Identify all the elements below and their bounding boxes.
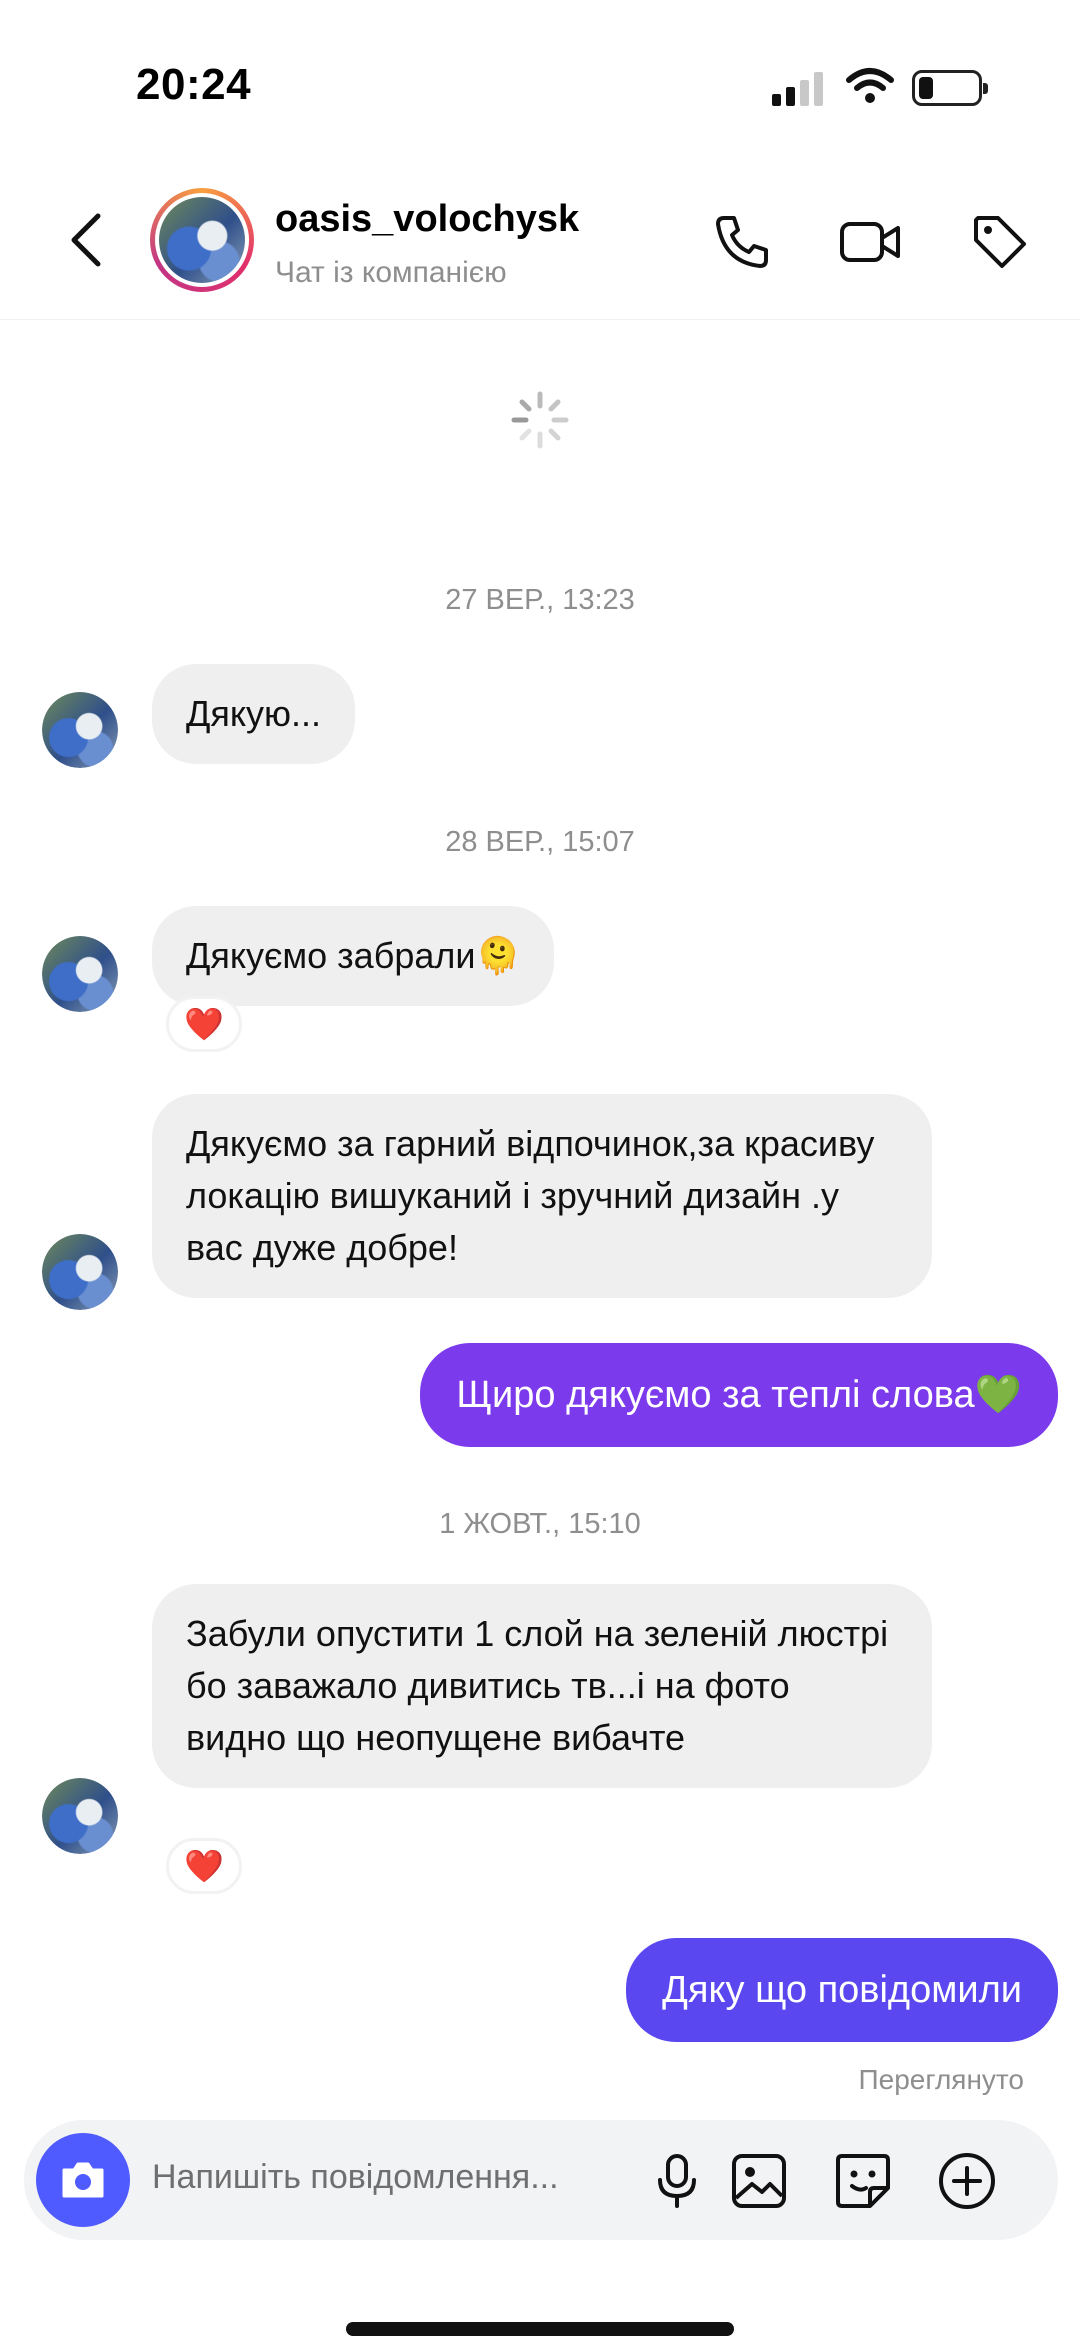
loading-spinner-icon — [511, 391, 569, 449]
heart-reaction[interactable]: ❤️ — [166, 1838, 242, 1894]
plus-icon[interactable] — [936, 2150, 998, 2212]
outgoing-message[interactable]: Щиро дякуємо за теплі слова💚 — [420, 1343, 1058, 1447]
timestamp: 1 ЖОВТ., 15:10 — [439, 1508, 641, 1540]
seen-status: Переглянуто — [858, 2064, 1024, 2095]
avatar[interactable] — [150, 188, 254, 292]
phone-icon[interactable] — [710, 210, 774, 274]
chat-name[interactable]: oasis_volochysk — [275, 198, 579, 241]
sticker-icon[interactable] — [832, 2150, 894, 2212]
home-indicator — [346, 2322, 734, 2336]
incoming-message[interactable]: Дякуємо за гарний відпочинок,за красиву … — [152, 1094, 932, 1298]
gallery-icon[interactable] — [728, 2150, 790, 2212]
wifi-icon — [846, 68, 894, 103]
microphone-icon[interactable] — [646, 2150, 708, 2212]
chat-subtitle: Чат із компанією — [275, 256, 507, 289]
video-icon[interactable] — [838, 210, 902, 274]
message-input[interactable] — [152, 2158, 632, 2197]
chat-header: oasis_volochysk Чат із компанією — [0, 160, 1080, 320]
status-bar: 20:24 — [0, 0, 1080, 150]
incoming-message[interactable]: Дякуємо забрали🫠 — [152, 906, 555, 1006]
avatar[interactable] — [42, 1778, 118, 1854]
avatar[interactable] — [42, 692, 118, 768]
outgoing-message[interactable]: Дяку що повідомили — [626, 1938, 1058, 2042]
camera-icon — [62, 2162, 104, 2198]
incoming-message[interactable]: Дякую... — [152, 664, 356, 764]
timestamp: 27 ВЕР., 13:23 — [445, 584, 635, 616]
heart-reaction[interactable]: ❤️ — [166, 996, 242, 1052]
back-icon[interactable] — [62, 210, 110, 270]
timestamp: 28 ВЕР., 15:07 — [445, 826, 635, 858]
camera-button[interactable] — [36, 2133, 130, 2227]
avatar[interactable] — [42, 936, 118, 1012]
status-time: 20:24 — [136, 60, 252, 109]
tag-icon[interactable] — [968, 210, 1032, 274]
incoming-message[interactable]: Забули опустити 1 слой на зеленій люстрі… — [152, 1584, 932, 1788]
battery-icon — [912, 70, 988, 106]
message-composer — [24, 2120, 1058, 2240]
avatar[interactable] — [42, 1234, 118, 1310]
cellular-signal-icon — [772, 72, 828, 106]
